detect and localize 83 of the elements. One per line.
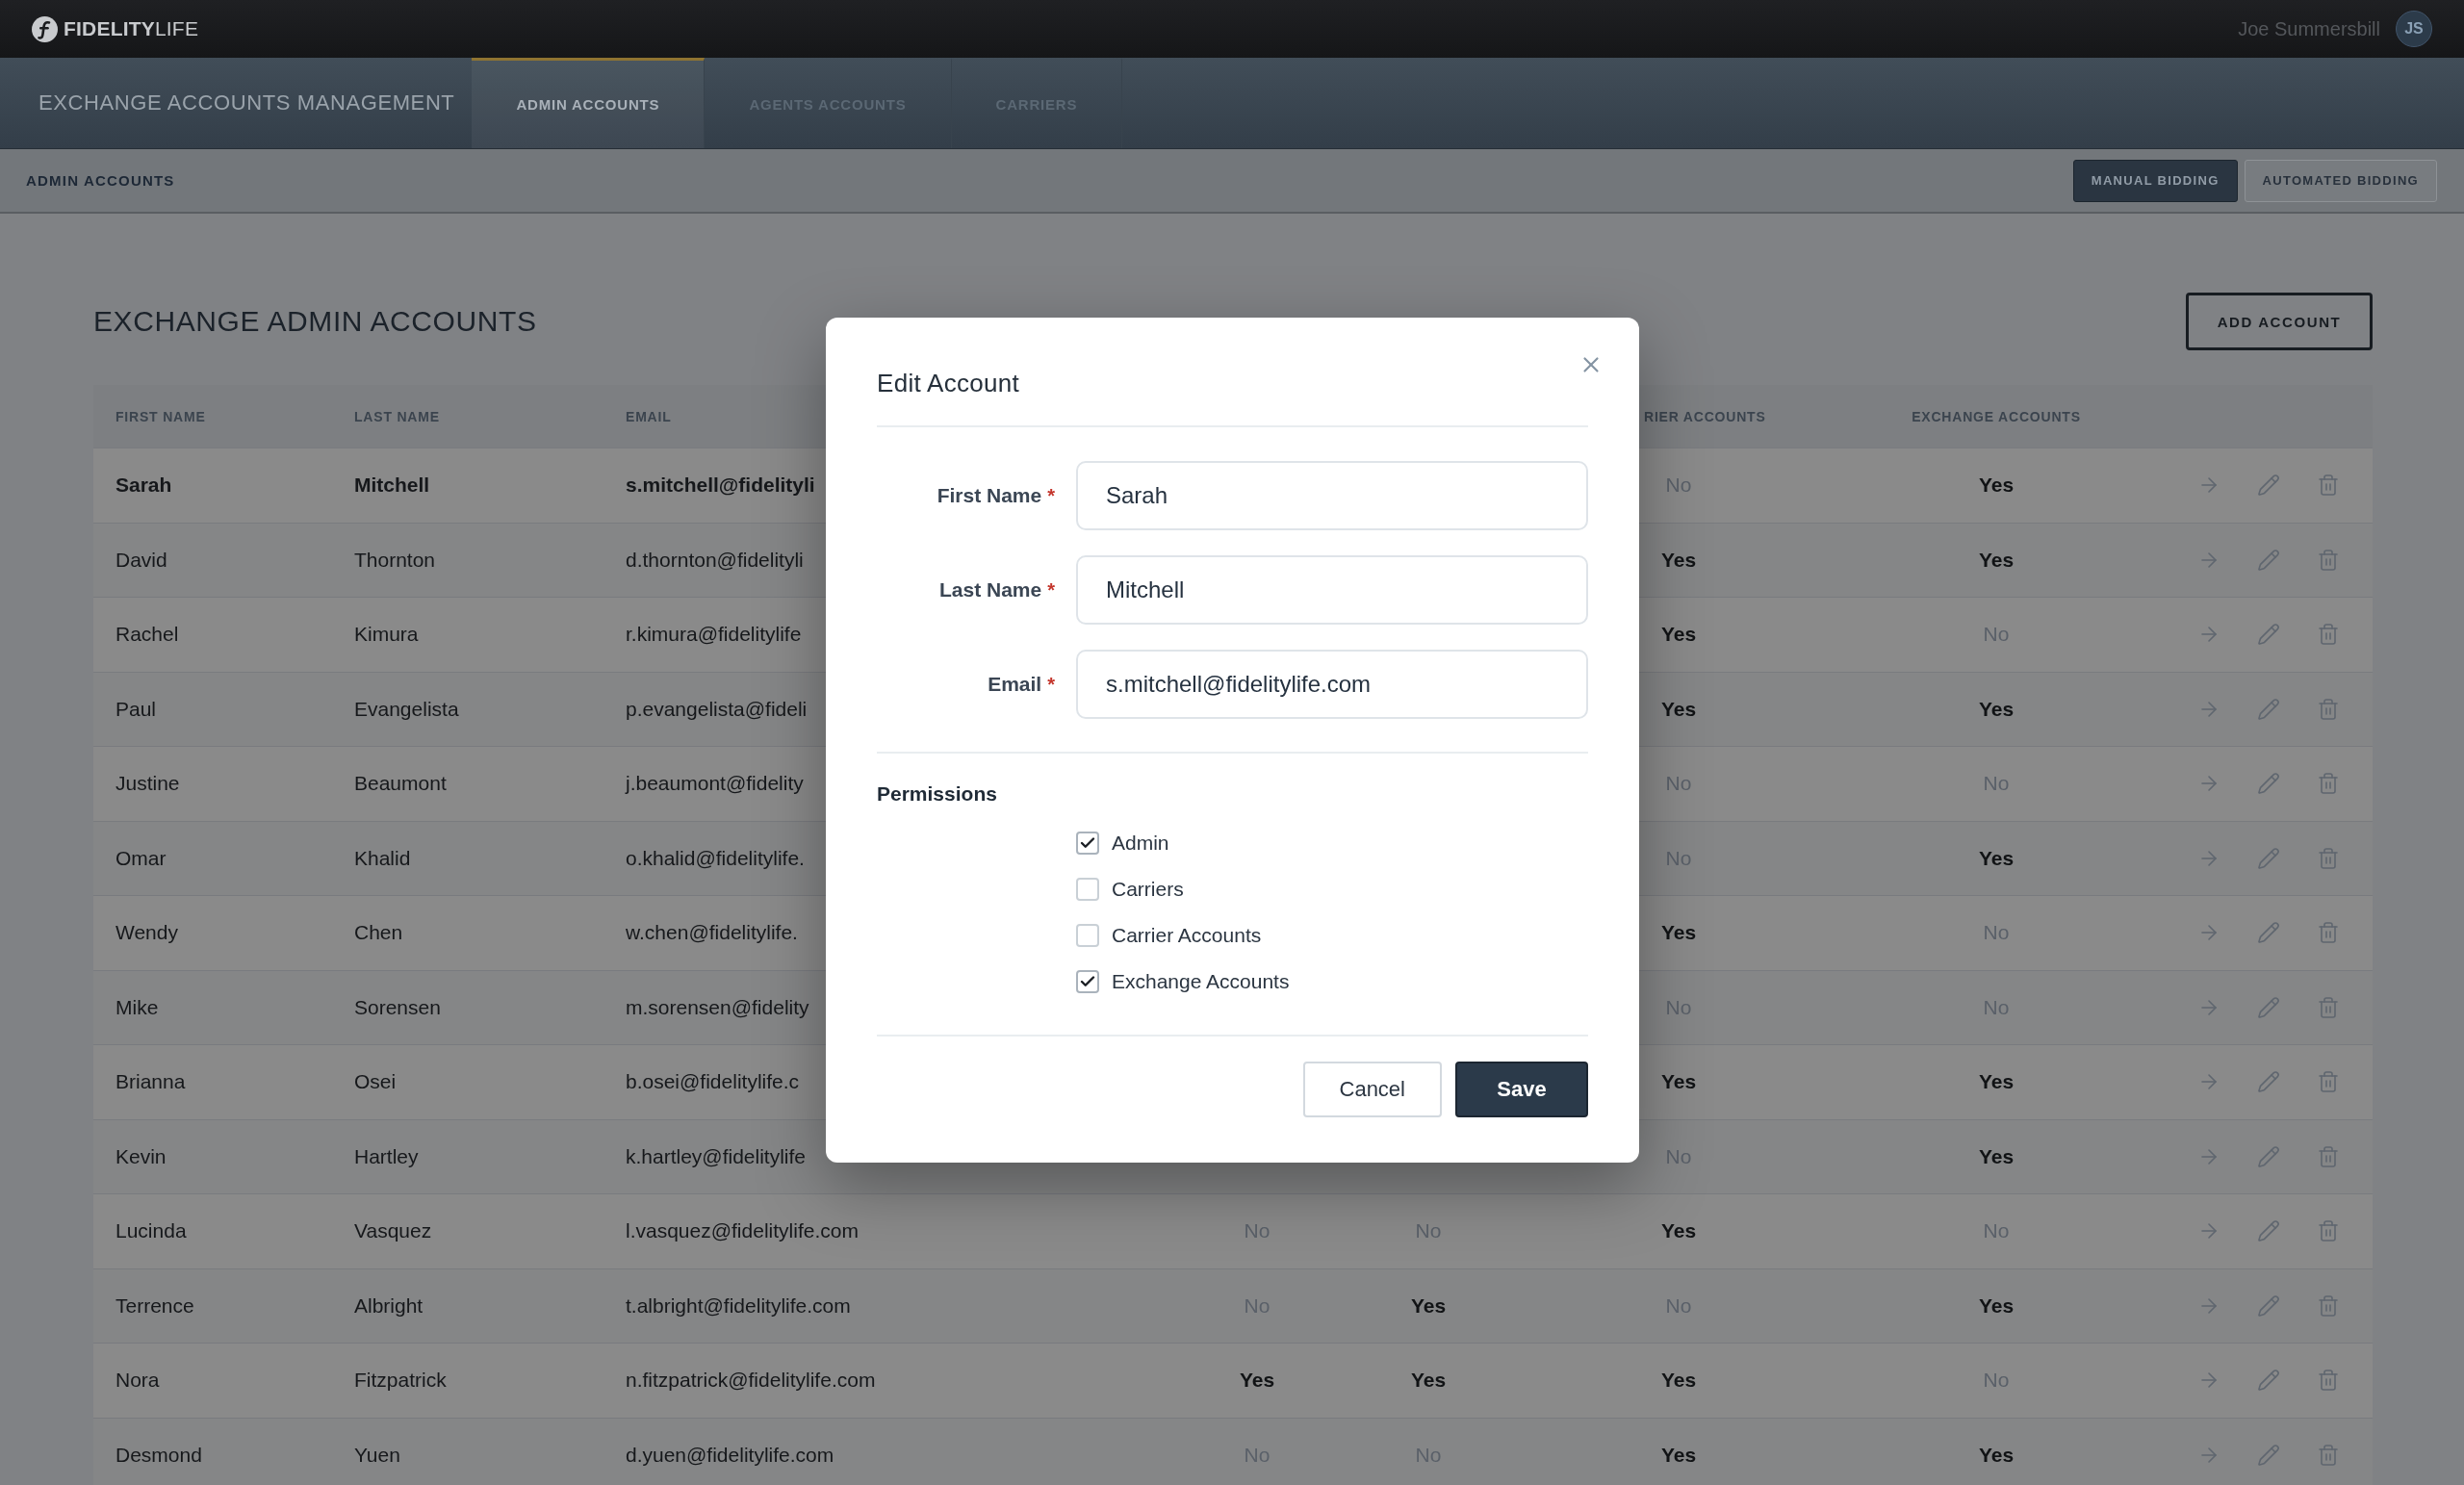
table-cell: Desmond [116,1443,202,1467]
table-cell: Yes [1978,548,2015,572]
table-cell: Paul [116,697,157,721]
app-title: EXCHANGE ACCOUNTS MANAGEMENT [38,90,456,116]
section-label: ADMIN ACCOUNTS [26,172,175,189]
table-cell: Rachel [116,623,179,647]
required-mark: * [1047,579,1055,602]
table-cell: Yes [1660,921,1697,945]
table-cell: d.yuen@fidelitylife.com [626,1443,834,1467]
table-cell: Lucinda [116,1219,187,1243]
table-cell: Fitzpatrick [354,1369,447,1393]
checkbox-label: Carrier Accounts [1112,924,1262,947]
table-cell: Yes [1410,1369,1447,1393]
required-mark: * [1047,485,1055,507]
table-cell: s.mitchell@fidelityli [626,474,815,498]
column-header: FIRST NAME [116,408,206,424]
table-cell: l.vasquez@fidelitylife.com [626,1219,859,1243]
table-cell: Yes [1660,697,1697,721]
table-cell: Omar [116,846,167,870]
table-cell: Yes [1978,1070,2015,1094]
brand-wordmark: FIDELITYLIFE [64,17,199,40]
table-cell: Yes [1978,474,2015,498]
table-cell: Chen [354,921,403,945]
table-cell: Yes [1660,548,1697,572]
table-cell: Yes [1978,1293,2015,1318]
table-cell: w.chen@fidelitylife. [626,921,798,945]
field-label: First Name [937,484,1042,507]
table-cell: Yuen [354,1443,400,1467]
table-cell: Wendy [116,921,178,945]
page-title: EXCHANGE ADMIN ACCOUNTS [93,305,537,338]
table-cell: Yes [1660,1369,1697,1393]
table-cell: Yes [1410,1293,1447,1318]
table-cell: Yes [1978,1443,2015,1467]
table-cell: Terrence [116,1293,194,1318]
table-cell: Vasquez [354,1219,432,1243]
checkbox-label: Exchange Accounts [1112,970,1290,993]
table-cell: Thornton [354,548,436,572]
column-header: EMAIL [626,408,672,424]
checkbox-label: Admin [1112,832,1169,855]
table-cell: r.kimura@fidelitylife [626,623,802,647]
user-name: Joe Summersbill [2238,17,2380,40]
table-cell: Yes [1978,697,2015,721]
table-cell: n.fitzpatrick@fidelitylife.com [626,1369,876,1393]
table-cell: Mike [116,995,159,1019]
required-mark: * [1047,674,1055,696]
field-label: Last Name [939,578,1042,602]
checkbox-label: Carriers [1112,878,1184,901]
table-cell: Khalid [354,846,411,870]
table-cell: p.evangelista@fideli [626,697,808,721]
table-cell: j.beaumont@fidelity [626,772,804,796]
column-header: RIER ACCOUNTS [1644,408,1766,424]
table-cell: Albright [354,1293,424,1318]
table-cell: Osei [354,1070,397,1094]
table-cell: b.osei@fidelitylife.c [626,1070,800,1094]
section-title: Permissions [877,782,997,806]
table-cell: Yes [1660,623,1697,647]
table-cell: Nora [116,1369,160,1393]
table-cell: Brianna [116,1070,186,1094]
table-cell: k.hartley@fidelitylife [626,1144,807,1168]
table-cell: t.albright@fidelitylife.com [626,1293,851,1318]
table-cell: Evangelista [354,697,459,721]
table-cell: Sarah [116,474,172,498]
table-cell: David [116,548,167,572]
table-cell: d.thornton@fidelityli [626,548,804,572]
table-cell: Yes [1239,1369,1275,1393]
column-header: EXCHANGE ACCOUNTS [1912,408,2081,424]
field-label: Email [988,673,1042,696]
table-cell: Beaumont [354,772,447,796]
table-cell: Yes [1660,1219,1697,1243]
dialog-title: Edit Account [877,368,1020,399]
table-cell: Kimura [354,623,419,647]
table-cell: m.sorensen@fidelity [626,995,809,1019]
table-cell: Sorensen [354,995,441,1019]
table-cell: Kevin [116,1144,167,1168]
table-cell: Justine [116,772,180,796]
table-cell: Yes [1978,1144,2015,1168]
table-cell: Hartley [354,1144,419,1168]
column-header: LAST NAME [354,408,440,424]
table-cell: Yes [1660,1070,1697,1094]
table-cell: Mitchell [354,474,430,498]
table-cell: Yes [1978,846,2015,870]
table-cell: Yes [1660,1443,1697,1467]
table-cell: o.khalid@fidelitylife. [626,846,805,870]
